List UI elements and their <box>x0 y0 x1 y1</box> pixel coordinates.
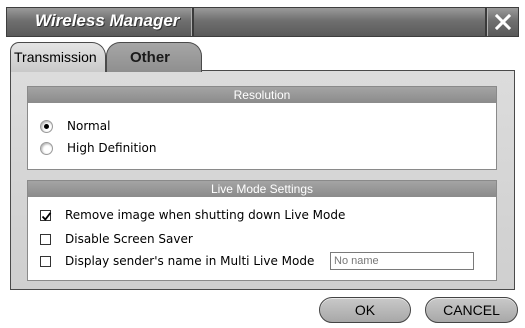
checkbox-remove-image-label: Remove image when shutting down Live Mod… <box>65 208 346 222</box>
checkbox-display-sender-name-label: Display sender's name in Multi Live Mode <box>65 254 315 268</box>
checkbox-display-sender-name-box[interactable] <box>40 255 51 267</box>
radio-normal[interactable]: Normal <box>40 119 110 133</box>
live-mode-group: Live Mode Settings Remove image when shu… <box>27 180 497 281</box>
tab-strip: Transmission Other <box>10 40 515 72</box>
radio-high-definition[interactable]: High Definition <box>40 141 157 155</box>
checkbox-disable-screensaver-label: Disable Screen Saver <box>65 232 193 246</box>
wireless-manager-window: Wireless Manager Transmission Other Reso… <box>0 0 525 328</box>
check-icon <box>41 211 52 221</box>
tab-transmission-label: Transmission <box>14 49 97 65</box>
tab-other[interactable]: Other <box>106 42 202 72</box>
close-button[interactable] <box>485 8 518 36</box>
resolution-group: Resolution Normal High Definition <box>27 86 497 170</box>
checkbox-display-sender-name[interactable]: Display sender's name in Multi Live Mode <box>40 254 314 268</box>
checkbox-disable-screensaver[interactable]: Disable Screen Saver <box>40 232 193 246</box>
sender-name-field[interactable]: No name <box>330 252 474 270</box>
cancel-button[interactable]: CANCEL <box>425 297 518 323</box>
radio-high-definition-label: High Definition <box>67 141 157 155</box>
title-bar[interactable]: Wireless Manager <box>6 7 519 37</box>
radio-high-definition-button[interactable] <box>40 141 53 155</box>
radio-normal-button[interactable] <box>40 119 53 133</box>
window-title: Wireless Manager <box>35 11 180 30</box>
radio-normal-label: Normal <box>67 119 111 133</box>
live-mode-header: Live Mode Settings <box>28 181 496 197</box>
title-cell: Wireless Manager <box>7 8 194 36</box>
checkbox-disable-screensaver-box[interactable] <box>40 233 51 245</box>
tab-transmission[interactable]: Transmission <box>10 42 106 72</box>
close-icon <box>494 14 511 30</box>
tab-panel: Resolution Normal High Definition Live M… <box>10 70 515 290</box>
resolution-header: Resolution <box>28 87 496 103</box>
checkbox-remove-image-box[interactable] <box>40 209 52 221</box>
ok-button[interactable]: OK <box>319 297 411 323</box>
tab-other-label: Other <box>130 49 171 66</box>
checkbox-remove-image[interactable]: Remove image when shutting down Live Mod… <box>40 208 345 222</box>
